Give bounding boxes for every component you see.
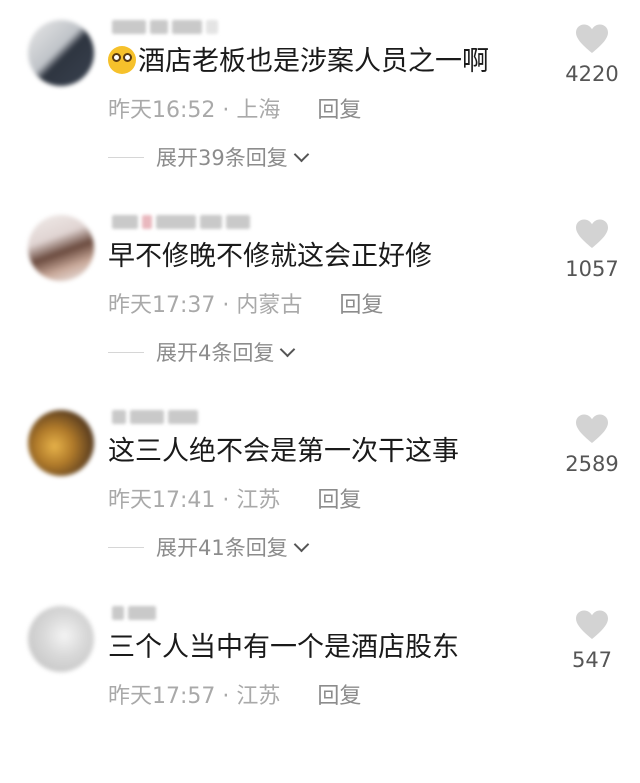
heart-icon <box>576 219 608 248</box>
avatar[interactable] <box>28 215 94 281</box>
like-button[interactable]: 547 <box>560 610 624 672</box>
comment-time: 昨天16:52 <box>108 98 216 123</box>
expand-replies-label: 展开41条回复 <box>156 536 288 560</box>
chevron-down-icon <box>293 536 310 552</box>
comment-item: 早不修晚不修就这会正好修 昨天17:37 · 内蒙古 回复 展开4条回复 105… <box>0 197 640 392</box>
comment-location: · 上海 <box>222 98 281 123</box>
expand-replies-label: 展开4条回复 <box>156 341 275 365</box>
comment-time: 昨天17:41 <box>108 488 216 513</box>
comment-time: 昨天17:37 <box>108 293 216 318</box>
heart-icon <box>576 24 608 53</box>
comment-meta: 昨天16:52 · 上海 回复 <box>108 92 361 124</box>
expand-replies-button[interactable]: 展开39条回复 <box>108 142 310 172</box>
like-button[interactable]: 1057 <box>560 219 624 281</box>
comment-text: 酒店老板也是涉案人员之一啊 <box>108 42 489 82</box>
username-blurred[interactable] <box>112 211 272 233</box>
username-blurred[interactable] <box>112 602 272 624</box>
smile-emoji-icon <box>108 46 136 74</box>
avatar[interactable] <box>28 410 94 476</box>
reply-button[interactable]: 回复 <box>317 488 361 513</box>
comment-item: 酒店老板也是涉案人员之一啊 昨天16:52 · 上海 回复 展开39条回复 42… <box>0 2 640 197</box>
comment-meta: 昨天17:57 · 江苏 回复 <box>108 678 361 710</box>
comment-item: 三个人当中有一个是酒店股东 昨天17:57 · 江苏 回复 547 <box>0 588 640 783</box>
comment-item: 这三人绝不会是第一次干这事 昨天17:41 · 江苏 回复 展开41条回复 25… <box>0 392 640 587</box>
comment-text: 早不修晚不修就这会正好修 <box>108 241 432 272</box>
chevron-down-icon <box>280 341 296 357</box>
comment-location: · 内蒙古 <box>222 293 303 318</box>
reply-button[interactable]: 回复 <box>339 293 383 318</box>
avatar[interactable] <box>28 606 94 672</box>
comment-text: 这三人绝不会是第一次干这事 <box>108 436 459 467</box>
comment-location: · 江苏 <box>222 488 281 513</box>
comment-meta: 昨天17:37 · 内蒙古 回复 <box>108 287 383 319</box>
chevron-down-icon <box>293 146 310 162</box>
expand-replies-label: 展开39条回复 <box>156 146 288 170</box>
divider <box>108 156 144 158</box>
comment-meta: 昨天17:41 · 江苏 回复 <box>108 482 361 514</box>
like-count: 4220 <box>565 62 619 86</box>
username-blurred[interactable] <box>112 16 272 38</box>
like-count: 2589 <box>565 452 619 476</box>
expand-replies-button[interactable]: 展开4条回复 <box>108 337 296 367</box>
like-button[interactable]: 2589 <box>560 414 624 476</box>
heart-icon <box>576 414 608 443</box>
like-count: 1057 <box>565 257 619 281</box>
username-blurred[interactable] <box>112 406 272 428</box>
divider <box>108 546 144 548</box>
expand-replies-button[interactable]: 展开41条回复 <box>108 532 310 562</box>
comment-location: · 江苏 <box>222 684 281 709</box>
divider <box>108 351 144 353</box>
comment-text: 三个人当中有一个是酒店股东 <box>108 632 459 663</box>
like-button[interactable]: 4220 <box>560 24 624 86</box>
reply-button[interactable]: 回复 <box>317 98 361 123</box>
avatar[interactable] <box>28 20 94 86</box>
like-count: 547 <box>571 648 613 672</box>
comment-time: 昨天17:57 <box>108 684 216 709</box>
heart-icon <box>576 610 608 639</box>
reply-button[interactable]: 回复 <box>317 684 361 709</box>
